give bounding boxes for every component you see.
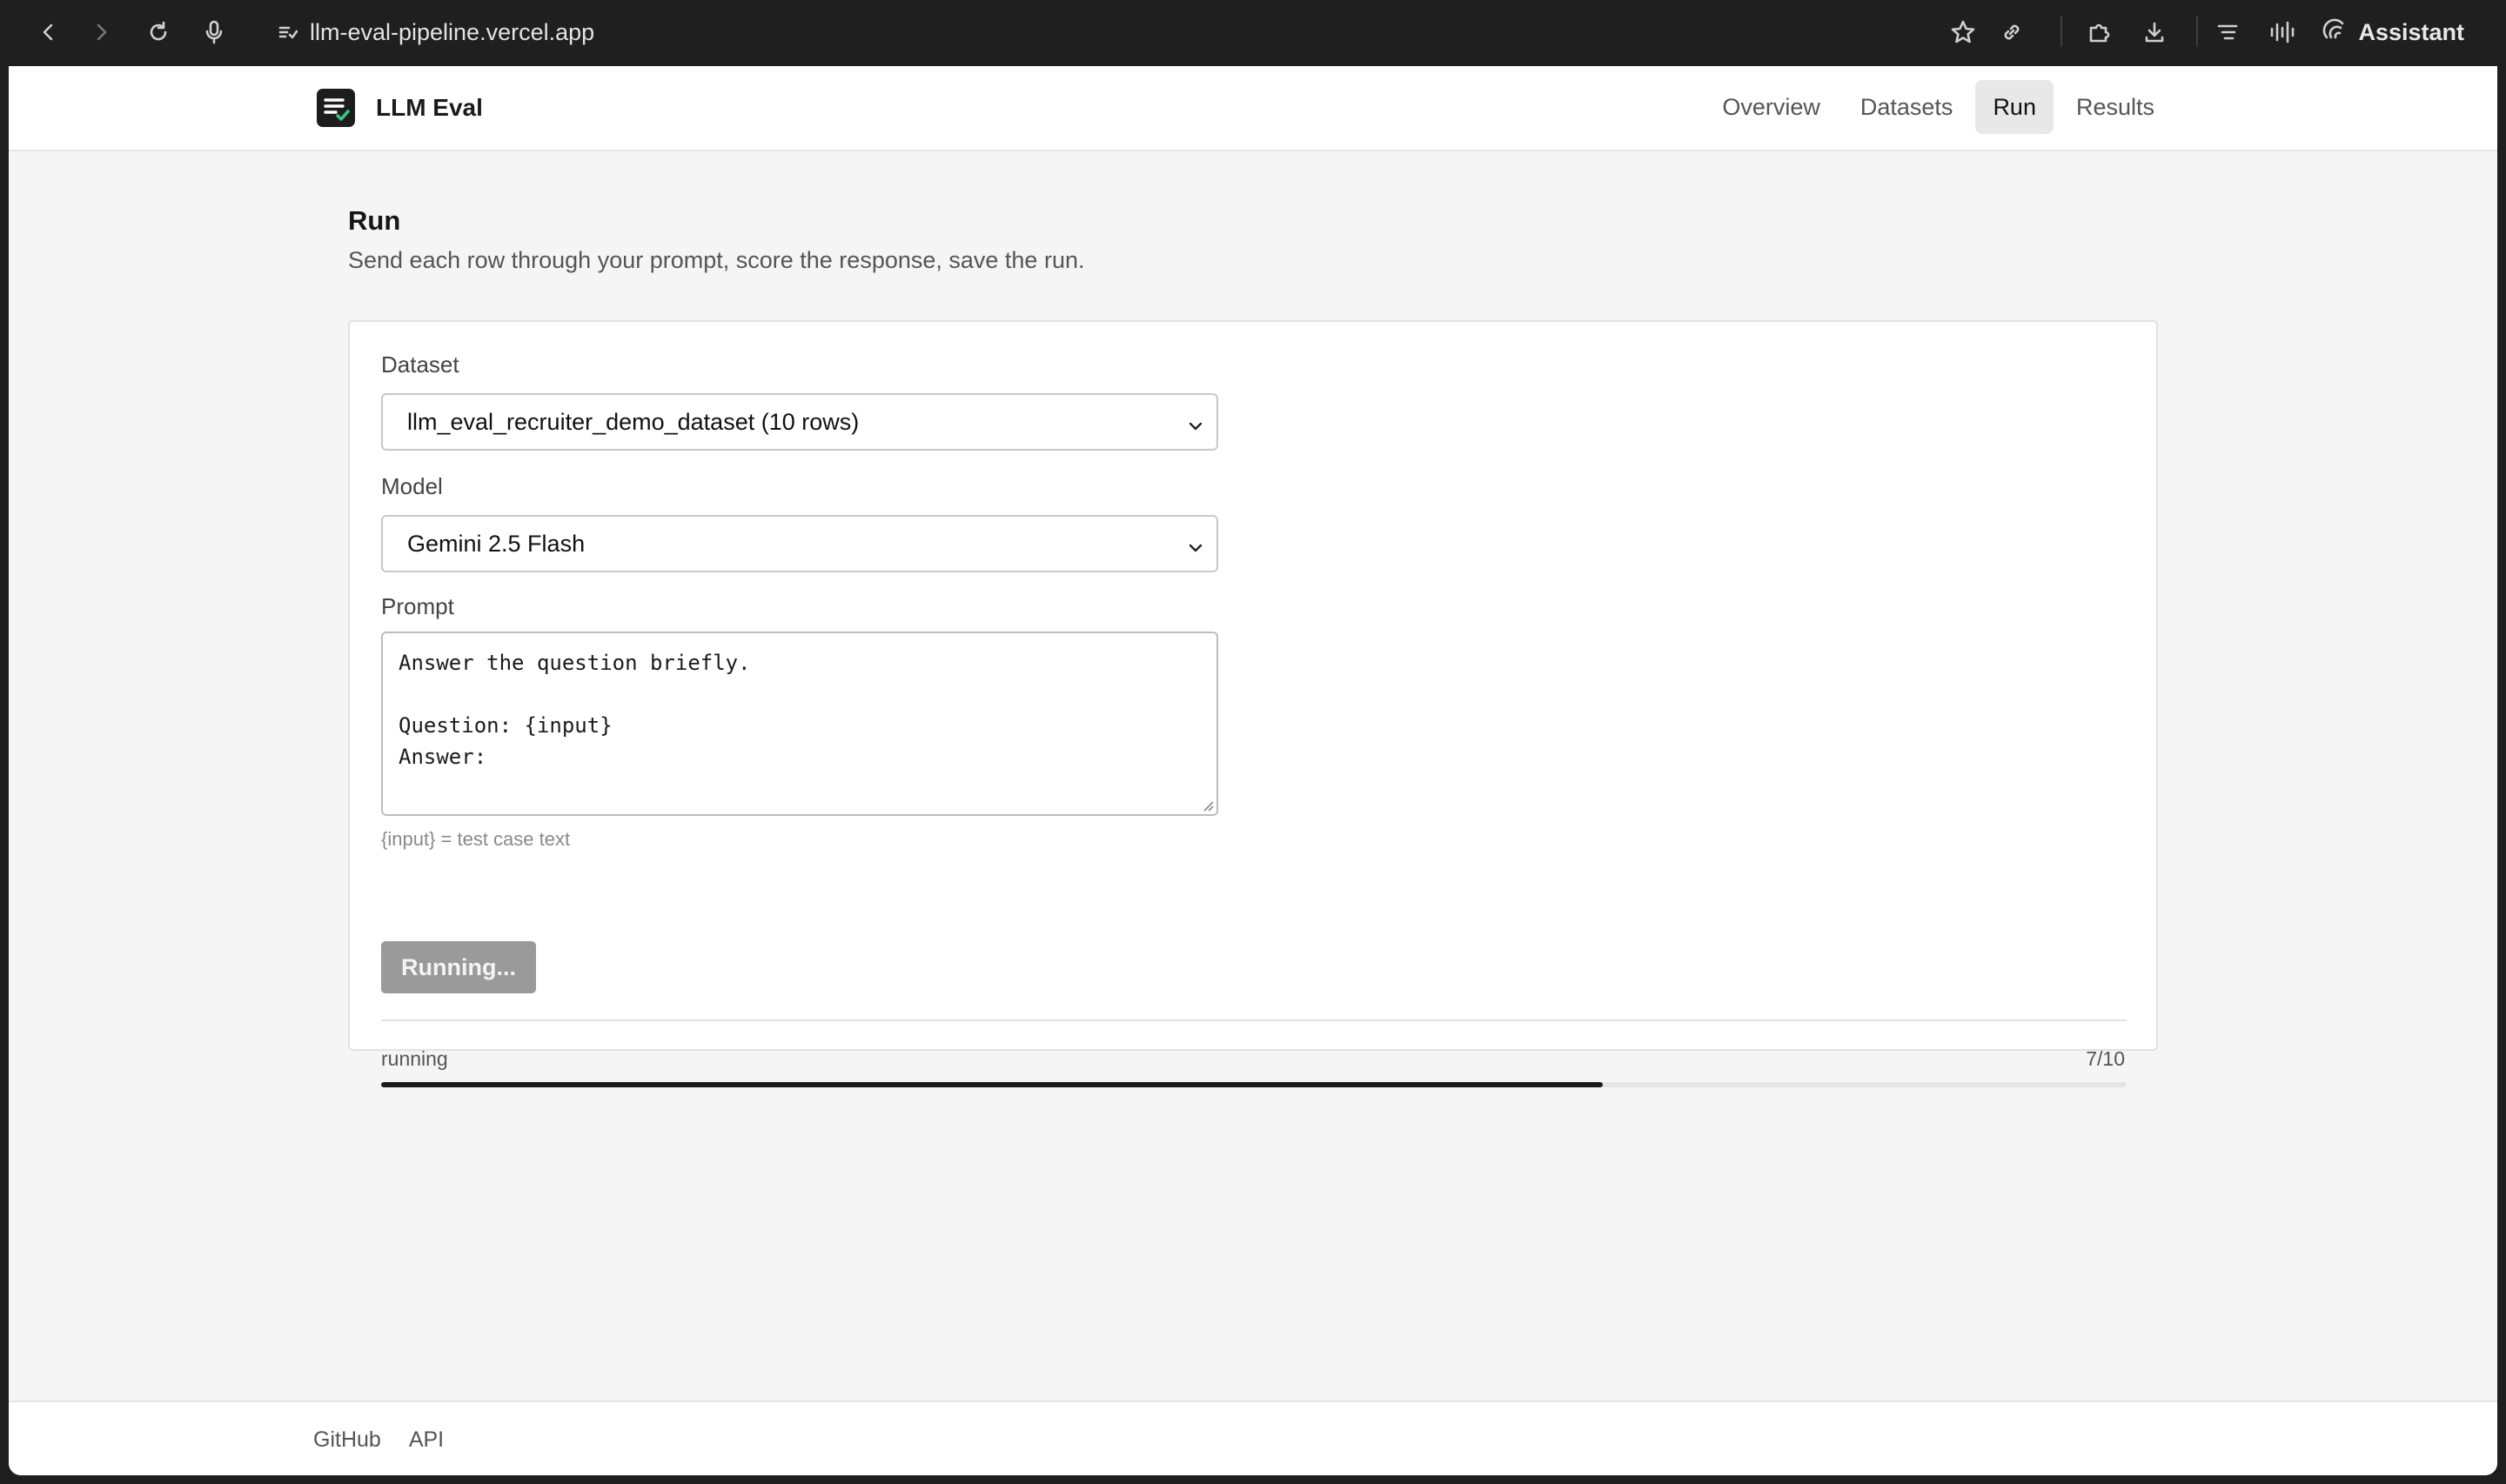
prompt-label: Prompt bbox=[381, 593, 454, 619]
chevron-down-icon bbox=[1187, 536, 1204, 563]
extensions-icon[interactable] bbox=[2081, 0, 2116, 64]
nav-datasets[interactable]: Datasets bbox=[1843, 80, 1971, 134]
bookmark-star-icon[interactable] bbox=[1946, 0, 1980, 64]
model-select-value: Gemini 2.5 Flash bbox=[407, 530, 586, 557]
divider bbox=[381, 1019, 2127, 1021]
app-header: LLM Eval Overview Datasets Run Results bbox=[9, 66, 2497, 151]
reader-list-icon[interactable] bbox=[2210, 0, 2245, 64]
resize-handle-icon[interactable] bbox=[1201, 799, 2153, 1046]
dataset-select-value: llm_eval_recruiter_demo_dataset (10 rows… bbox=[407, 408, 860, 435]
brand[interactable]: LLM Eval bbox=[317, 89, 483, 127]
main-nav: Overview Datasets Run Results bbox=[1705, 80, 2172, 134]
link-icon[interactable] bbox=[1994, 0, 2029, 64]
model-label: Model bbox=[381, 473, 443, 499]
url-text: llm-eval-pipeline.vercel.app bbox=[310, 18, 595, 45]
run-form-card: Dataset llm_eval_recruiter_demo_dataset … bbox=[348, 320, 2158, 1087]
microphone-icon[interactable] bbox=[198, 0, 230, 64]
model-select[interactable]: Gemini 2.5 Flash bbox=[381, 515, 1218, 572]
browser-toolbar: llm-eval-pipeline.vercel.app Assistant bbox=[0, 0, 2506, 64]
address-bar[interactable]: llm-eval-pipeline.vercel.app bbox=[278, 0, 594, 64]
footer: GitHub API bbox=[9, 1400, 2497, 1475]
page-title: Run bbox=[348, 205, 401, 236]
dataset-label: Dataset bbox=[381, 351, 459, 378]
chevron-down-icon bbox=[1187, 414, 1204, 441]
prompt-hint: {input} = test case text bbox=[381, 828, 571, 850]
progress-bar-fill bbox=[381, 1082, 1604, 1087]
toolbar-separator bbox=[2196, 16, 2198, 47]
toolbar-separator bbox=[2060, 16, 2062, 47]
page-viewport: LLM Eval Overview Datasets Run Results R… bbox=[9, 66, 2497, 1475]
nav-run[interactable]: Run bbox=[1975, 80, 2054, 134]
site-settings-icon[interactable] bbox=[278, 24, 298, 40]
progress-bar bbox=[381, 1082, 2127, 1087]
footer-link-api[interactable]: API bbox=[409, 1427, 444, 1453]
voice-waveform-icon[interactable] bbox=[2264, 0, 2299, 64]
prompt-textarea[interactable]: Answer the question briefly. Question: {… bbox=[381, 632, 1218, 816]
page-subtitle: Send each row through your prompt, score… bbox=[348, 247, 1085, 273]
assistant-label: Assistant bbox=[2358, 18, 2464, 45]
dataset-select[interactable]: llm_eval_recruiter_demo_dataset (10 rows… bbox=[381, 393, 1218, 451]
nav-results[interactable]: Results bbox=[2059, 80, 2172, 134]
run-button[interactable]: Running... bbox=[381, 941, 536, 993]
app-logo-icon bbox=[317, 89, 355, 127]
download-icon[interactable] bbox=[2137, 0, 2172, 64]
footer-link-github[interactable]: GitHub bbox=[313, 1427, 381, 1453]
nav-overview[interactable]: Overview bbox=[1705, 80, 1838, 134]
assistant-icon bbox=[2322, 17, 2348, 49]
reload-icon[interactable] bbox=[141, 0, 176, 64]
forward-icon[interactable] bbox=[85, 0, 117, 64]
back-icon[interactable] bbox=[33, 0, 64, 64]
assistant-button[interactable]: Assistant bbox=[2322, 0, 2464, 64]
run-status: running bbox=[381, 1047, 448, 1070]
run-progress-count: 7/10 bbox=[2086, 1047, 2125, 1070]
app-name: LLM Eval bbox=[376, 94, 483, 121]
